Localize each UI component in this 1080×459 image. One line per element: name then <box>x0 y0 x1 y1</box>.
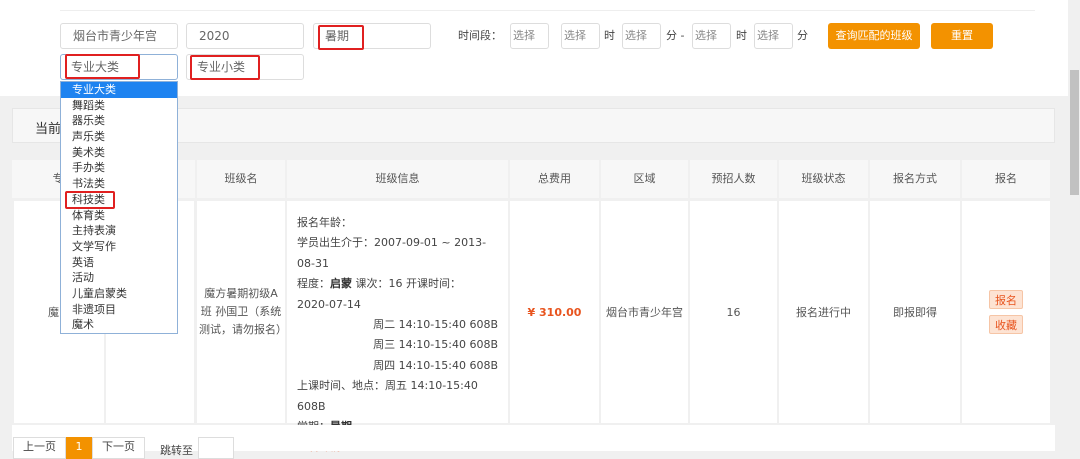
jump-page-input[interactable] <box>198 437 234 459</box>
level: 启蒙 <box>330 277 352 291</box>
col-header-region: 区域 <box>601 160 688 198</box>
enroll-button[interactable]: 报名 <box>989 290 1023 309</box>
highlight-tech-option <box>65 191 115 209</box>
schedule-item: 周三 14:10-15:40 608B <box>373 338 498 352</box>
col-header-fee: 总费用 <box>510 160 599 198</box>
start-hour-a-select[interactable]: 选择 <box>510 23 549 49</box>
end-hour-select[interactable]: 选择 <box>692 23 731 49</box>
lessons: 课次：16 开课时间： <box>352 277 461 291</box>
prev-page-button[interactable]: 上一页 <box>13 437 66 459</box>
dropdown-option[interactable]: 非遗项目 <box>61 302 177 318</box>
col-header-method: 报名方式 <box>870 160 960 198</box>
age-label: 报名年龄： <box>297 216 352 229</box>
highlight-minor-category <box>190 55 260 80</box>
cell-class-info: 报名年龄： 学员出生介于：2007-09-01 ~ 2013-08-31 程度：… <box>287 201 508 453</box>
place-label: 上课时间、地点： <box>297 379 385 393</box>
hour-label: 时 <box>604 29 615 42</box>
dropdown-option[interactable]: 魔术 <box>61 317 177 333</box>
search-button[interactable]: 查询匹配的班级 <box>828 23 920 49</box>
birth-range: 学员出生介于：2007-09-01 ~ 2013-08-31 <box>297 236 487 270</box>
col-header-status: 班级状态 <box>779 160 868 198</box>
cell-class-name: 魔方暑期初级A班 孙国卫（系统测试，请勿报名） <box>197 201 287 423</box>
dropdown-option[interactable]: 器乐类 <box>61 113 177 129</box>
page-1-button[interactable]: 1 <box>66 437 92 459</box>
start-minute-select[interactable]: 选择 <box>622 23 661 49</box>
next-page-button[interactable]: 下一页 <box>92 437 145 459</box>
highlight-major-category <box>65 54 140 79</box>
highlight-term <box>318 25 364 50</box>
col-header-class-name: 班级名 <box>197 160 285 198</box>
dropdown-option[interactable]: 英语 <box>61 255 177 271</box>
col-header-class-info: 班级信息 <box>287 160 508 198</box>
dropdown-option[interactable]: 文学写作 <box>61 239 177 255</box>
col-header-enroll: 报名 <box>962 160 1050 198</box>
dropdown-option[interactable]: 活动 <box>61 270 177 286</box>
dropdown-option[interactable]: 美术类 <box>61 145 177 161</box>
dropdown-option[interactable]: 体育类 <box>61 208 177 224</box>
jump-label: 跳转至 <box>160 444 193 457</box>
dropdown-option[interactable]: 舞蹈类 <box>61 98 177 114</box>
cell-quota: 16 <box>690 201 777 423</box>
dropdown-option[interactable]: 声乐类 <box>61 129 177 145</box>
col-header-quota: 预招人数 <box>690 160 777 198</box>
minute-dash-label: 分 - <box>666 29 685 42</box>
level-label: 程度： <box>297 277 330 291</box>
year-input[interactable]: 2020 <box>186 23 304 49</box>
reset-button[interactable]: 重置 <box>931 23 993 49</box>
cell-fee: ¥ 310.00 <box>510 201 599 423</box>
minute-label: 分 <box>797 29 808 42</box>
end-minute-select[interactable]: 选择 <box>754 23 793 49</box>
start-hour-select[interactable]: 选择 <box>561 23 600 49</box>
cell-method: 即报即得 <box>870 201 960 423</box>
schedule-item: 周二 14:10-15:40 608B <box>373 318 498 332</box>
cell-enroll: 报名 收藏 <box>962 201 1050 423</box>
divider <box>60 10 1035 11</box>
hour-label: 时 <box>736 29 747 42</box>
cell-status: 报名进行中 <box>779 201 868 423</box>
dropdown-option[interactable]: 儿童启蒙类 <box>61 286 177 302</box>
start-date: 2020-07-14 <box>297 297 361 311</box>
dropdown-option[interactable]: 专业大类 <box>61 82 177 98</box>
dropdown-option[interactable]: 主持表演 <box>61 223 177 239</box>
time-range-label: 时间段： <box>458 29 502 42</box>
venue-input[interactable]: 烟台市青少年宫 <box>60 23 178 49</box>
scrollbar[interactable] <box>1068 0 1080 451</box>
dropdown-option[interactable]: 书法类 <box>61 176 177 192</box>
current-panel-title: 当前 <box>35 122 62 137</box>
cell-region: 烟台市青少年宫 <box>601 201 688 423</box>
schedule-item: 周四 14:10-15:40 608B <box>373 358 498 372</box>
favorite-button[interactable]: 收藏 <box>989 315 1023 334</box>
scrollbar-thumb[interactable] <box>1070 70 1079 195</box>
dropdown-option[interactable]: 手办类 <box>61 160 177 176</box>
